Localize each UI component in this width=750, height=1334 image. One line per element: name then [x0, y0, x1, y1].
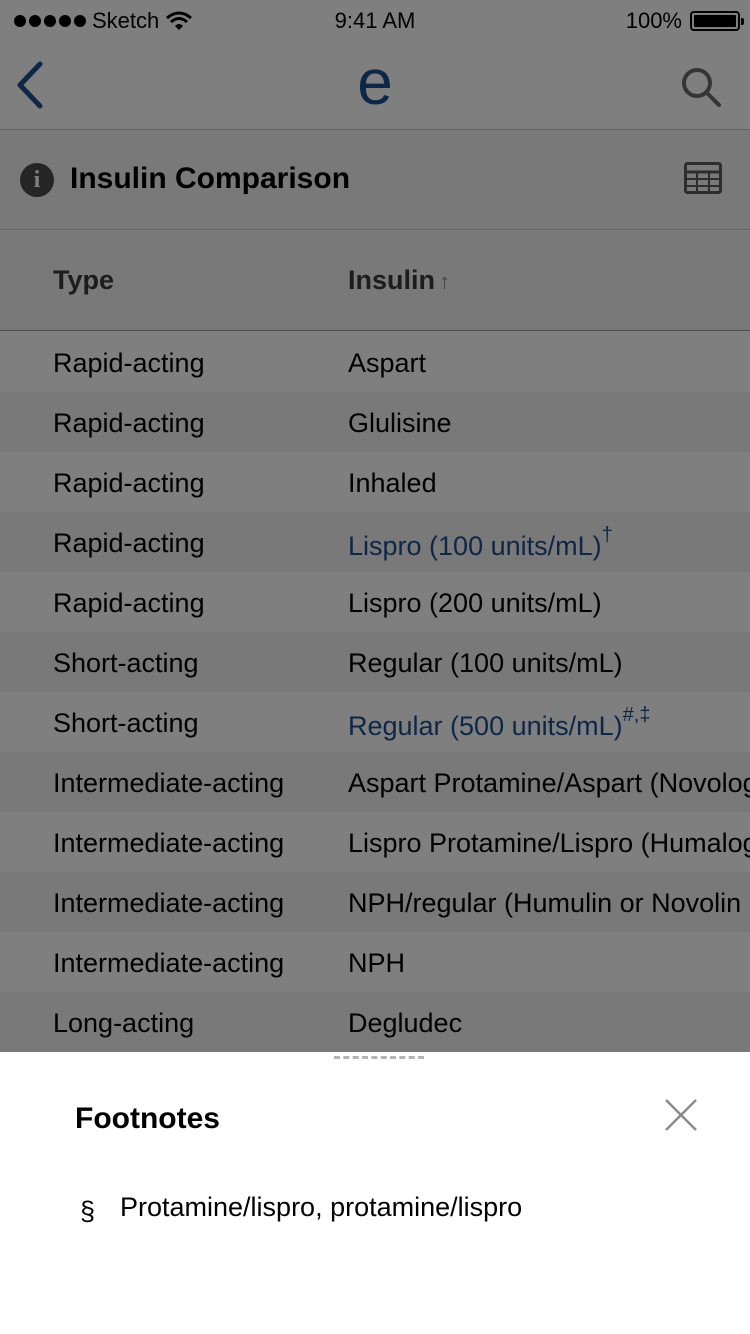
- footnote-text: Protamine/lispro, protamine/lispro: [120, 1192, 523, 1222]
- sheet-drag-handle[interactable]: [334, 1056, 424, 1060]
- close-icon[interactable]: [662, 1096, 700, 1134]
- footnote-symbol: §: [80, 1196, 96, 1226]
- footnote-item: § Protamine/lispro, protamine/lispro: [80, 1192, 522, 1227]
- modal-backdrop[interactable]: [0, 0, 750, 1052]
- footnotes-sheet: Footnotes § Protamine/lispro, protamine/…: [0, 1052, 750, 1334]
- footnotes-title: Footnotes: [75, 1102, 220, 1135]
